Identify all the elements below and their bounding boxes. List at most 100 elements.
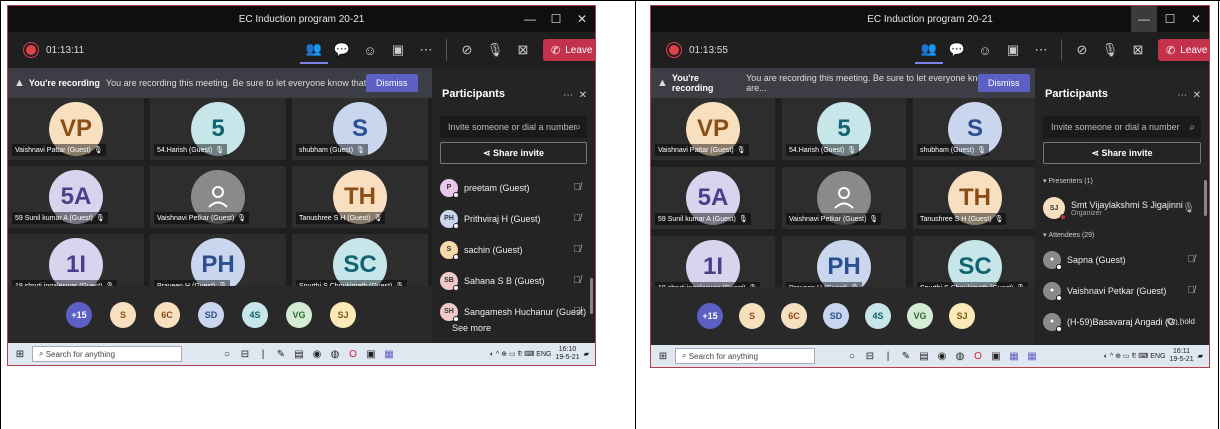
panel-close-icon[interactable]: ⋯ ✕ — [563, 90, 587, 101]
video-tile[interactable]: VP Vaishnavi Pattar (Guest) 🎙 — [651, 98, 775, 160]
file-explorer-icon[interactable]: ▤ — [290, 349, 308, 360]
video-tile[interactable]: Vaishnavi Petkar (Guest) 🎙 — [782, 167, 906, 229]
leave-button[interactable]: ✆Leave⌄ — [1158, 39, 1209, 61]
avatar[interactable]: SD — [198, 302, 224, 328]
dismiss-button[interactable]: Dismiss — [366, 74, 418, 92]
avatar[interactable]: 6C — [154, 302, 180, 328]
dismiss-button[interactable]: Dismiss — [978, 74, 1030, 92]
chat-icon[interactable]: 💬 — [328, 36, 356, 64]
participant-list-item[interactable]: Ppreetam (Guest) 🎙̸ — [440, 172, 587, 203]
overflow-count-badge[interactable]: +15 — [66, 302, 92, 328]
windows-start-icon[interactable]: ⊞ — [651, 351, 675, 362]
opera-icon[interactable]: O — [344, 349, 362, 360]
more-options-icon[interactable]: ⋯ — [412, 36, 440, 64]
app-icon[interactable]: ◍ — [326, 349, 344, 360]
teams-icon[interactable]: ▦ — [380, 349, 398, 360]
avatar[interactable]: 4S — [865, 303, 891, 329]
presenters-section-header[interactable]: ▾ Presenters (1) — [1043, 172, 1201, 190]
more-options-icon[interactable]: ⋯ — [1027, 36, 1055, 64]
tray-icons[interactable]: ◐ ^ ⊕ ▭ ⅊ ⌨ — [1104, 352, 1151, 361]
panel-close-icon[interactable]: ⋯ ✕ — [1177, 90, 1201, 101]
close-icon[interactable]: ✕ — [1183, 6, 1209, 32]
rooms-icon[interactable]: ▣ — [384, 36, 412, 64]
overflow-count-badge[interactable]: +15 — [697, 303, 723, 329]
maximize-icon[interactable]: ☐ — [543, 6, 569, 32]
avatar[interactable]: 4S — [242, 302, 268, 328]
avatar[interactable]: SJ — [330, 302, 356, 328]
video-tile[interactable]: VP Vaishnavi Pattar (Guest) 🎙 — [8, 98, 144, 160]
cortana-icon[interactable]: ○ — [218, 349, 236, 360]
invite-input[interactable]: Invite someone or dial a number ⌕ — [1043, 116, 1201, 138]
participant-list-item[interactable]: Ssachin (Guest) 🎙̸ — [440, 234, 587, 265]
avatar[interactable]: SJ — [949, 303, 975, 329]
attendees-section-header[interactable]: ▾ Attendees (29) — [1043, 226, 1201, 244]
avatar[interactable]: 6C — [781, 303, 807, 329]
opera-icon[interactable]: O — [969, 351, 987, 362]
rooms-icon[interactable]: ▣ — [999, 36, 1027, 64]
panel-scrollbar[interactable] — [1204, 180, 1207, 216]
video-tile[interactable]: Sshubham (Guest) 🎙 — [292, 98, 428, 160]
windows-start-icon[interactable]: ⊞ — [8, 349, 32, 360]
avatar[interactable]: S — [110, 302, 136, 328]
participant-list-item[interactable]: SB Sahana S B (Guest) 🎙̸ — [440, 265, 587, 296]
video-tile[interactable]: 5 54.Harish (Guest) 🎙 — [782, 98, 906, 160]
language-indicator[interactable]: ENG — [536, 351, 551, 358]
chrome-icon[interactable]: ◉ — [933, 351, 951, 362]
microphone-icon[interactable]: 🎙 — [481, 36, 509, 64]
app-icon[interactable]: ◍ — [951, 351, 969, 362]
video-tile[interactable]: TH Tanushree S H (Guest) 🎙 — [292, 166, 428, 228]
minimize-icon[interactable]: — — [1131, 6, 1157, 32]
teams-icon[interactable]: ▦ — [1023, 351, 1041, 362]
close-icon[interactable]: ✕ — [569, 6, 595, 32]
avatar[interactable]: VG — [286, 302, 312, 328]
share-invite-button[interactable]: ⋖ Share invite — [440, 142, 587, 164]
taskbar-search-input[interactable]: ⌕ Search for anything — [32, 346, 182, 362]
reactions-icon[interactable]: ☺ — [971, 36, 999, 64]
app-icon[interactable]: ▣ — [987, 351, 1005, 362]
participant-list-item[interactable]: PH Prithviraj H (Guest) 🎙̸ — [440, 203, 587, 234]
video-tile[interactable]: Sshubham (Guest) 🎙 — [913, 98, 1037, 160]
attendee-list-item[interactable]: ● Vaishnavi Petkar (Guest) 🎙̸ — [1043, 275, 1201, 306]
video-tile[interactable]: 5A 59 Sunil kumar A (Guest) 🎙 — [8, 166, 144, 228]
chat-icon[interactable]: 💬 — [943, 36, 971, 64]
video-tile[interactable]: 5 54.Harish (Guest) 🎙 — [150, 98, 286, 160]
avatar[interactable]: VG — [907, 303, 933, 329]
attendee-list-item[interactable]: ● (H-59)Basavaraj Angadi (G... On hold — [1043, 306, 1201, 337]
invite-input[interactable]: Invite someone or dial a number ⌕ — [440, 116, 587, 138]
clock[interactable]: 16:11 19-5-21 — [1169, 348, 1193, 364]
avatar[interactable]: S — [739, 303, 765, 329]
presenter-item[interactable]: SJ Smt Vijaylakshmi S Jigajinni Organizer… — [1043, 190, 1201, 226]
see-more-link[interactable]: See more — [452, 323, 491, 333]
share-screen-icon[interactable]: ⊠ — [509, 36, 537, 64]
task-view-icon[interactable]: ⊟ — [236, 349, 254, 360]
app-icon[interactable]: ✎ — [272, 349, 290, 360]
maximize-icon[interactable]: ☐ — [1157, 6, 1183, 32]
minimize-icon[interactable]: — — [517, 6, 543, 32]
chrome-icon[interactable]: ◉ — [308, 349, 326, 360]
video-tile[interactable]: TH Tanushree S H (Guest) 🎙 — [913, 167, 1037, 229]
participants-icon[interactable]: 👥 — [915, 36, 943, 64]
cortana-icon[interactable]: ○ — [843, 351, 861, 362]
reactions-icon[interactable]: ☺ — [356, 36, 384, 64]
leave-button[interactable]: ✆Leave⌄ — [543, 39, 595, 61]
file-explorer-icon[interactable]: ▤ — [915, 351, 933, 362]
panel-scrollbar[interactable] — [590, 278, 593, 314]
camera-off-icon[interactable]: ⊘ — [1068, 36, 1096, 64]
video-tile[interactable]: Vaishnavi Petkar (Guest) 🎙 — [150, 166, 286, 228]
avatar[interactable]: SD — [823, 303, 849, 329]
clock[interactable]: 16:10 19-5-21 — [555, 346, 579, 362]
camera-off-icon[interactable]: ⊘ — [453, 36, 481, 64]
share-invite-button[interactable]: ⋖ Share invite — [1043, 142, 1201, 164]
participants-icon[interactable]: 👥 — [300, 36, 328, 64]
app-icon[interactable]: ✎ — [897, 351, 915, 362]
language-indicator[interactable]: ENG — [1150, 353, 1165, 360]
share-screen-icon[interactable]: ⊠ — [1124, 36, 1152, 64]
notifications-icon[interactable]: ▰ — [1198, 352, 1203, 360]
video-tile[interactable]: 5A 59 Sunil kumar A (Guest) 🎙 — [651, 167, 775, 229]
microphone-icon[interactable]: 🎙 — [1096, 36, 1124, 64]
taskbar-search-input[interactable]: ⌕ Search for anything — [675, 348, 815, 364]
task-view-icon[interactable]: ⊟ — [861, 351, 879, 362]
teams-icon[interactable]: ▦ — [1005, 351, 1023, 362]
attendee-list-item[interactable]: ● Sapna (Guest) 🎙̸ — [1043, 244, 1201, 275]
notifications-icon[interactable]: ▰ — [584, 350, 589, 358]
